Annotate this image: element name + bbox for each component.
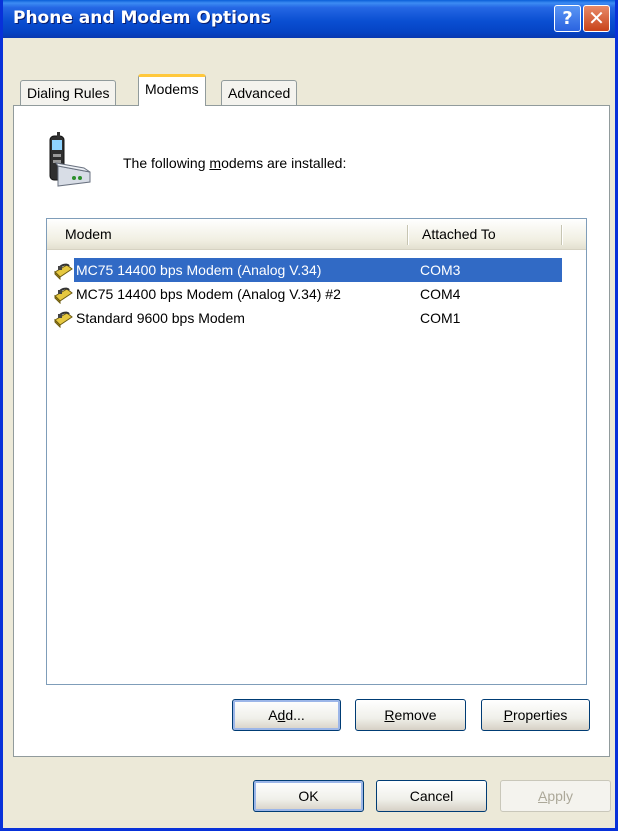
column-header-modem[interactable]: Modem (65, 219, 405, 249)
window-title: Phone and Modem Options (13, 8, 271, 28)
intro-mnemonic: m (209, 155, 222, 171)
tab-label: Dialing Rules (27, 85, 110, 101)
intro-text: The following (123, 155, 210, 171)
help-icon: ? (562, 8, 573, 29)
column-label: Attached To (422, 226, 496, 242)
button-label: OK (298, 788, 319, 804)
column-label: Modem (65, 226, 112, 242)
modem-icon (54, 311, 73, 328)
properties-button[interactable]: Properties (481, 699, 590, 731)
ok-button[interactable]: OK (253, 780, 364, 812)
tab-label: Modems (145, 81, 199, 97)
installed-modems-label: The following modems are installed: (123, 155, 346, 171)
column-header-attached-to[interactable]: Attached To (422, 219, 562, 249)
title-bar[interactable]: Phone and Modem Options ? ✕ (3, 0, 615, 38)
attached-port: COM3 (420, 262, 461, 278)
button-label-rest: emove (394, 707, 437, 723)
close-icon: ✕ (588, 6, 605, 30)
column-divider[interactable] (407, 225, 409, 245)
remove-button[interactable]: Remove (355, 699, 466, 731)
close-button[interactable]: ✕ (583, 5, 610, 32)
modem-list[interactable]: Modem Attached To MC75 14400 bps Modem (… (46, 218, 587, 685)
attached-port: COM1 (420, 310, 461, 326)
button-mnemonic: P (503, 707, 513, 723)
list-item[interactable]: MC75 14400 bps Modem (Analog V.34) #2 CO… (50, 282, 564, 306)
column-divider[interactable] (561, 225, 563, 245)
intro-text-rest: odems are installed: (221, 155, 347, 171)
tab-label: Advanced (228, 85, 291, 101)
button-label: Cancel (409, 788, 454, 804)
modem-name: MC75 14400 bps Modem (Analog V.34) (74, 258, 562, 282)
apply-button[interactable]: Apply (500, 780, 611, 812)
tab-advanced[interactable]: Advanced (221, 80, 298, 106)
modem-name: MC75 14400 bps Modem (Analog V.34) #2 (76, 286, 341, 302)
list-item[interactable]: Standard 9600 bps Modem COM1 (50, 306, 564, 330)
button-mnemonic: A (537, 788, 548, 804)
phone-modem-options-window: Phone and Modem Options ? ✕ Dialing Rule… (0, 0, 618, 831)
phone-modem-icon (49, 132, 91, 187)
modem-icon (54, 263, 73, 280)
tab-dialing-rules[interactable]: Dialing Rules (20, 80, 117, 106)
cancel-button[interactable]: Cancel (376, 780, 487, 812)
modem-icon (54, 287, 73, 304)
list-item[interactable]: MC75 14400 bps Modem (Analog V.34) COM3 (50, 258, 564, 282)
button-label-rest: pply (547, 788, 574, 804)
tab-modems[interactable]: Modems (138, 74, 206, 106)
button-label-rest: d... (285, 707, 305, 723)
attached-port: COM4 (420, 286, 461, 302)
list-header: Modem Attached To (47, 219, 586, 250)
button-label-rest: roperties (512, 707, 568, 723)
modem-name: Standard 9600 bps Modem (76, 310, 245, 326)
help-button[interactable]: ? (554, 5, 581, 32)
button-label: A (268, 707, 278, 723)
add-button[interactable]: Add... (232, 699, 341, 731)
button-mnemonic: R (384, 707, 395, 723)
